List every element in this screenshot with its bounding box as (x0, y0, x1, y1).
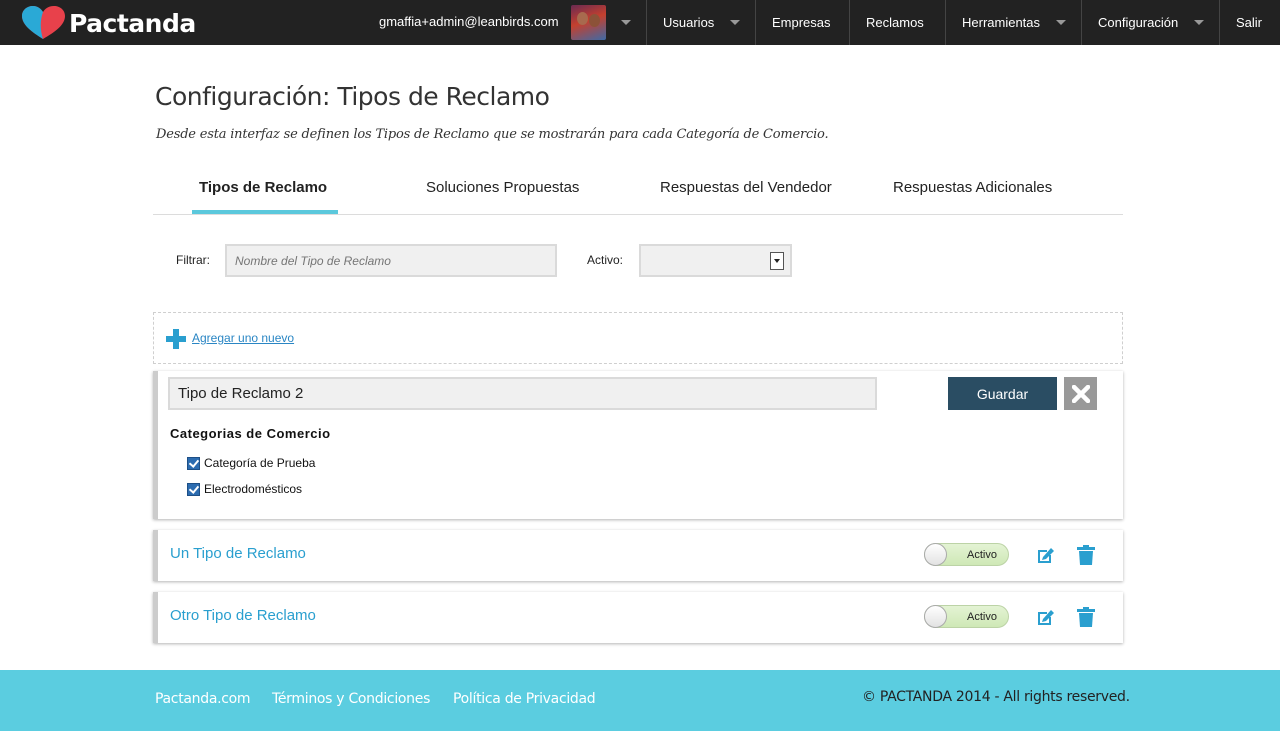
add-new-box: Agregar uno nuevo (153, 312, 1123, 364)
item-name-link[interactable]: Otro Tipo de Reclamo (170, 607, 316, 624)
footer: Pactanda.com Términos y Condiciones Polí… (0, 670, 1280, 731)
chevron-down-icon (1056, 20, 1067, 25)
footer-link-terms[interactable]: Términos y Condiciones (272, 691, 430, 707)
trash-icon[interactable] (1077, 607, 1095, 627)
nav-item-herramientas[interactable]: Herramientas (945, 0, 1081, 45)
nav-item-label: Empresas (772, 15, 831, 30)
page-title: Configuración: Tipos de Reclamo (155, 82, 550, 111)
page-description: Desde esta interfaz se definen los Tipos… (156, 127, 829, 142)
nav-item-label: Reclamos (866, 15, 924, 30)
filter-input[interactable] (225, 244, 557, 277)
active-toggle[interactable]: Activo (924, 605, 1009, 628)
edit-icon[interactable] (1036, 545, 1056, 565)
category-label: Categoría de Prueba (204, 456, 316, 470)
cancel-button[interactable] (1064, 377, 1097, 410)
active-tab-indicator (192, 210, 338, 214)
tab-bar: Tipos de Reclamo Soluciones Propuestas R… (153, 165, 1123, 215)
edit-icon[interactable] (1036, 607, 1056, 627)
tab-soluciones-propuestas[interactable]: Soluciones Propuestas (426, 179, 579, 196)
heart-logo-icon (22, 6, 65, 39)
active-filter-label: Activo: (587, 253, 624, 267)
tab-respuestas-del-vendedor[interactable]: Respuestas del Vendedor (660, 179, 832, 196)
edit-form-card: Guardar Categorias de Comercio Categoría… (153, 371, 1123, 519)
type-name-input[interactable] (168, 377, 877, 410)
toggle-knob (924, 605, 947, 628)
category-label: Electrodomésticos (204, 482, 303, 496)
chevron-down-icon[interactable] (621, 20, 631, 25)
category-checkbox-row[interactable]: Electrodomésticos (187, 482, 302, 496)
chevron-down-icon (1194, 20, 1205, 25)
toggle-label: Activo (967, 549, 997, 561)
top-navbar: Pactanda gmaffia+admin@leanbirds.com Usu… (0, 0, 1280, 45)
nav-item-label: Salir (1236, 15, 1263, 30)
checkbox-checked[interactable] (187, 482, 200, 496)
nav-item-usuarios[interactable]: Usuarios (646, 0, 755, 45)
filter-label: Filtrar: (176, 253, 210, 267)
toggle-label: Activo (967, 611, 997, 623)
list-item: Un Tipo de Reclamo Activo (153, 530, 1123, 581)
chevron-down-icon (730, 20, 741, 25)
category-checkbox-row[interactable]: Categoría de Prueba (187, 456, 315, 470)
dropdown-arrow-icon[interactable] (770, 252, 784, 270)
nav-item-configuracion[interactable]: Configuración (1081, 0, 1219, 45)
nav-item-salir[interactable]: Salir (1219, 0, 1280, 45)
active-select[interactable] (639, 244, 792, 277)
user-email[interactable]: gmaffia+admin@leanbirds.com (379, 14, 559, 29)
list-item: Otro Tipo de Reclamo Activo (153, 592, 1123, 643)
checkbox-checked[interactable] (187, 456, 200, 470)
nav-item-label: Configuración (1098, 15, 1179, 30)
logo[interactable]: Pactanda (22, 6, 196, 40)
nav-item-reclamos[interactable]: Reclamos (849, 0, 945, 45)
active-toggle[interactable]: Activo (924, 543, 1009, 566)
add-new-link[interactable]: Agregar uno nuevo (192, 331, 294, 345)
toggle-knob (924, 543, 947, 566)
logo-text: Pactanda (69, 8, 196, 38)
footer-link-home[interactable]: Pactanda.com (155, 691, 251, 707)
categories-heading: Categorias de Comercio (170, 426, 331, 441)
item-name-link[interactable]: Un Tipo de Reclamo (170, 545, 306, 562)
main-nav: Usuarios Empresas Reclamos Herramientas … (646, 0, 1280, 45)
nav-item-empresas[interactable]: Empresas (755, 0, 849, 45)
avatar[interactable] (571, 5, 606, 40)
avatar-face (589, 14, 600, 27)
nav-item-label: Usuarios (663, 15, 715, 30)
plus-icon[interactable] (166, 329, 186, 349)
save-button[interactable]: Guardar (948, 377, 1057, 410)
nav-item-label: Herramientas (962, 15, 1041, 30)
close-icon (1071, 384, 1090, 403)
tab-respuestas-adicionales[interactable]: Respuestas Adicionales (893, 179, 1052, 196)
copyright-text: © PACTANDA 2014 - All rights reserved. (862, 689, 1130, 705)
footer-link-privacy[interactable]: Política de Privacidad (453, 691, 596, 707)
avatar-face (577, 12, 588, 25)
tab-tipos-de-reclamo[interactable]: Tipos de Reclamo (199, 179, 327, 196)
trash-icon[interactable] (1077, 545, 1095, 565)
